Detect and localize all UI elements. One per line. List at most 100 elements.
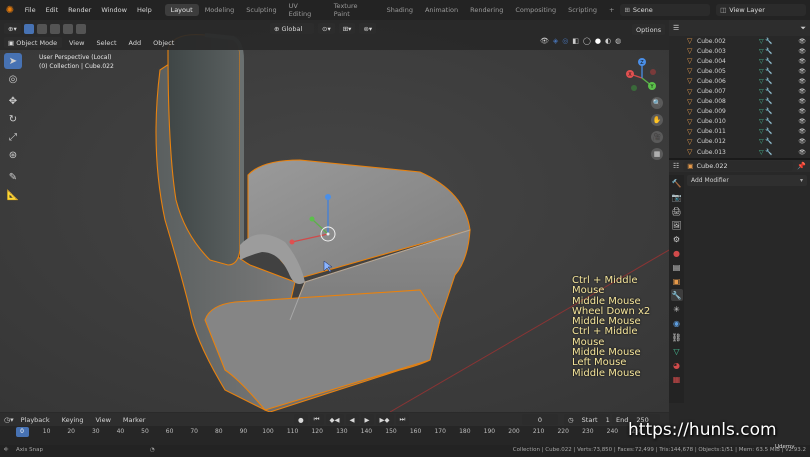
select-mode-subtract-icon[interactable] [62, 23, 73, 34]
move-tool-icon[interactable]: ✥ [4, 93, 22, 109]
xray-toggle-icon[interactable]: ◧ [572, 37, 579, 45]
outliner-row[interactable]: ▽ Cube.005 🔧 ▽ 👁 [669, 66, 810, 76]
pin-icon[interactable]: 📌 [797, 162, 806, 170]
scene-tab-icon[interactable]: ⚙ [671, 233, 683, 245]
tab-uv-editing[interactable]: UV Editing [283, 0, 328, 20]
visibility-eye-icon[interactable]: 👁 [798, 128, 806, 135]
tool-tab-icon[interactable]: 🔨 [671, 177, 683, 189]
current-frame-field[interactable]: 0 [522, 414, 558, 425]
menu-timeline-view[interactable]: View [90, 416, 115, 424]
visibility-eye-icon[interactable]: 👁 [798, 78, 806, 85]
object-tab-icon[interactable]: ▣ [671, 275, 683, 287]
3d-viewport[interactable]: ⊕▾ ⊕ Global ⊙▾ ⊞▾ ⊚▾ ▣ Object Mode View … [0, 20, 669, 412]
editor-type-button[interactable]: ⊕▾ [4, 23, 21, 34]
outliner-row[interactable]: ▽ Cube.002 🔧 ▽ 👁 [669, 36, 810, 46]
add-workspace-button[interactable]: + [603, 4, 620, 16]
start-frame-field[interactable]: ◷ Start 1 [564, 414, 610, 425]
menu-view[interactable]: View [64, 39, 89, 47]
gizmo-toggle-icon[interactable]: ◈ [553, 37, 558, 45]
menu-select[interactable]: Select [91, 39, 121, 47]
select-mode-new-icon[interactable] [36, 23, 47, 34]
select-tool-icon[interactable]: ➤ [4, 53, 22, 69]
constraints-tab-icon[interactable]: ⛓ [671, 331, 683, 343]
menu-add[interactable]: Add [124, 39, 147, 47]
object-name-field[interactable]: ▣ Cube.022 [683, 161, 794, 171]
visibility-eye-icon[interactable]: 👁 [798, 48, 806, 55]
world-tab-icon[interactable]: ● [671, 247, 683, 259]
tab-layout[interactable]: Layout [164, 4, 199, 16]
filter-icon[interactable]: ⏷ [800, 24, 806, 33]
mode-dropdown[interactable]: ▣ Object Mode [4, 37, 62, 48]
pivot-point-dropdown[interactable]: ⊙▾ [318, 23, 335, 34]
menu-object[interactable]: Object [148, 39, 179, 47]
add-modifier-dropdown[interactable]: Add Modifier ▾ [687, 175, 807, 186]
select-mode-extend-icon[interactable] [49, 23, 60, 34]
data-tab-icon[interactable]: ▽ [671, 345, 683, 357]
visibility-eye-icon[interactable]: 👁 [798, 38, 806, 45]
tab-shading[interactable]: Shading [381, 4, 419, 16]
menu-help[interactable]: Help [132, 6, 157, 14]
particles-tab-icon[interactable]: ✳ [671, 303, 683, 315]
cursor-tool-icon[interactable]: ◎ [4, 71, 22, 87]
next-keyframe-icon[interactable]: ▶◆ [375, 414, 394, 425]
overlay-toggle-icon[interactable]: ◎ [562, 37, 568, 45]
select-mode-invert-icon[interactable] [75, 23, 86, 34]
navigation-gizmo[interactable]: X Y Z [622, 58, 662, 98]
outliner-row[interactable]: ▽ Cube.004 🔧 ▽ 👁 [669, 56, 810, 66]
visibility-eye-icon[interactable]: 👁 [798, 58, 806, 65]
ortho-grid-icon[interactable]: ▦ [651, 148, 663, 160]
outliner-row[interactable]: ▽ Cube.010 🔧 ▽ 👁 [669, 117, 810, 127]
tab-animation[interactable]: Animation [419, 4, 464, 16]
measure-tool-icon[interactable]: 📐 [4, 187, 22, 203]
physics-tab-icon[interactable]: ◉ [671, 317, 683, 329]
visibility-eye-icon[interactable]: 👁 [798, 88, 806, 95]
menu-window[interactable]: Window [96, 6, 132, 14]
tab-rendering[interactable]: Rendering [464, 4, 509, 16]
outliner-editor-icon[interactable]: ☰ [673, 24, 679, 32]
camera-view-icon[interactable]: 🎥 [651, 131, 663, 143]
view-layer-selector[interactable]: ◫ View Layer [716, 4, 806, 16]
blender-logo-icon[interactable]: ✺ [4, 4, 16, 16]
menu-keying[interactable]: Keying [57, 416, 89, 424]
outliner-row[interactable]: ▽ Cube.007 🔧 ▽ 👁 [669, 86, 810, 96]
rotate-tool-icon[interactable]: ↻ [4, 111, 22, 127]
visibility-eye-icon[interactable]: 👁 [798, 118, 806, 125]
visibility-eye-icon[interactable]: 👁 [798, 138, 806, 145]
zoom-icon[interactable]: 🔍 [651, 97, 663, 109]
proportional-edit-toggle[interactable]: ⊚▾ [359, 23, 377, 34]
timeline-ruler[interactable]: 0 10 20 30 40 50 60 70 80 90 100 110 120 130 140 150 160… [0, 426, 669, 445]
outliner-row[interactable]: ▽ Cube.003 🔧 ▽ 👁 [669, 46, 810, 56]
visibility-eye-icon[interactable]: 👁 [798, 149, 806, 156]
shading-material-icon[interactable]: ◐ [605, 37, 611, 45]
transform-tool-icon[interactable]: ⊛ [4, 147, 22, 163]
outliner-row[interactable]: ▽ Cube.009 🔧 ▽ 👁 [669, 107, 810, 117]
visibility-eye-icon[interactable]: 👁 [798, 68, 806, 75]
scene-selector[interactable]: ⊞ Scene [620, 4, 711, 16]
outliner-row[interactable]: ▽ Cube.008 🔧 ▽ 👁 [669, 97, 810, 107]
modifier-tab-icon[interactable]: 🔧 [670, 289, 683, 301]
snap-toggle[interactable]: ⊞▾ [338, 23, 356, 34]
record-icon[interactable]: ● [294, 414, 308, 425]
select-box-tool-icon[interactable] [23, 23, 34, 34]
view-layer-tab-icon[interactable]: 🖼 [671, 219, 683, 231]
shading-rendered-icon[interactable]: ◍ [615, 37, 621, 45]
menu-edit[interactable]: Edit [41, 6, 64, 14]
tab-sculpting[interactable]: Sculpting [240, 4, 282, 16]
play-icon[interactable]: ▶ [360, 414, 374, 425]
outliner-row[interactable]: ▽ Cube.012 🔧 ▽ 👁 [669, 137, 810, 147]
material-tab-icon[interactable]: ◕ [671, 359, 683, 371]
output-tab-icon[interactable]: 🖨 [671, 205, 683, 217]
texture-tab-icon[interactable]: ▦ [671, 373, 683, 385]
menu-file[interactable]: File [20, 6, 41, 14]
render-tab-icon[interactable]: 📷 [671, 191, 683, 203]
clock-icon[interactable]: ◷▾ [4, 416, 14, 424]
tab-scripting[interactable]: Scripting [562, 4, 603, 16]
collection-tab-icon[interactable]: ▤ [671, 261, 683, 273]
shading-solid-icon[interactable]: ● [595, 37, 601, 45]
tab-texture-paint[interactable]: Texture Paint [328, 0, 381, 20]
visibility-eye-icon[interactable]: 👁 [798, 98, 806, 105]
tab-modeling[interactable]: Modeling [199, 4, 241, 16]
menu-render[interactable]: Render [63, 6, 96, 14]
visibility-icon[interactable]: 👁 [540, 37, 549, 45]
visibility-eye-icon[interactable]: 👁 [798, 108, 806, 115]
